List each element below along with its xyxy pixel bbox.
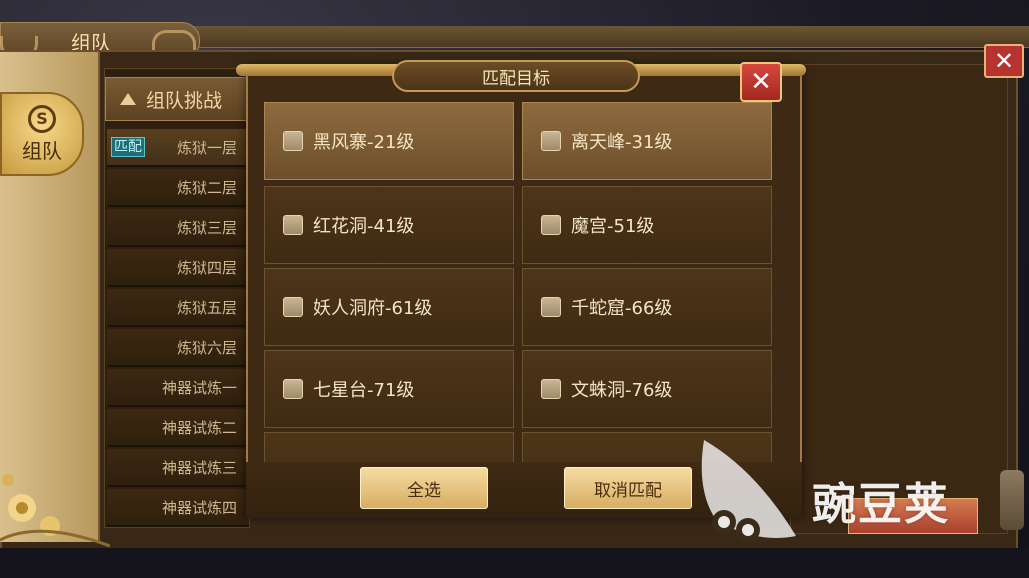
target-grid: 黑风寨-21级 离天峰-31级 红花洞-41级 魔宫-51级 妖人洞府-61级 … (258, 96, 780, 462)
list-item-label: 炼狱二层 (176, 178, 237, 197)
select-all-button[interactable]: 全选 (360, 467, 488, 509)
list-item[interactable]: 炼狱五层 (107, 289, 249, 327)
list-item[interactable]: 炼狱四层 (107, 249, 249, 287)
challenge-list-header[interactable]: 组队挑战 (105, 77, 249, 121)
target-option[interactable]: 七星台-71级 (264, 350, 514, 428)
list-item-label: 炼狱五层 (176, 298, 237, 317)
checkbox[interactable] (283, 131, 303, 151)
target-option-partial[interactable] (264, 432, 514, 462)
list-item[interactable]: 神器试炼一 (107, 369, 249, 407)
list-item-label: 炼狱一层 (176, 138, 237, 157)
target-option[interactable]: 黑风寨-21级 (264, 102, 514, 180)
target-option[interactable]: 妖人洞府-61级 (264, 268, 514, 346)
list-item-label: 炼狱四层 (176, 258, 237, 277)
checkbox[interactable] (283, 297, 303, 317)
checkbox[interactable] (541, 379, 561, 399)
team-tab-label: 组队 (22, 138, 62, 163)
list-item-label: 炼狱六层 (176, 338, 237, 357)
window-close-button[interactable]: ✕ (984, 44, 1024, 78)
target-label: 黑风寨-21级 (313, 132, 415, 153)
checkbox[interactable] (541, 131, 561, 151)
target-option[interactable]: 文蛛洞-76级 (522, 350, 772, 428)
challenge-list: 组队挑战 匹配 炼狱一层 炼狱二层 炼狱三层 炼狱四层 炼狱五层 炼狱六层 神器… (104, 68, 250, 528)
checkbox[interactable] (541, 215, 561, 235)
list-item[interactable]: 神器试炼四 (107, 489, 249, 527)
target-label: 七星台-71级 (313, 380, 415, 401)
target-label: 文蛛洞-76级 (571, 380, 673, 401)
list-item-label: 神器试炼四 (161, 498, 237, 517)
target-label: 红花洞-41级 (313, 216, 415, 237)
match-tag: 匹配 (111, 137, 145, 157)
target-label: 魔宫-51级 (571, 216, 655, 237)
list-item[interactable]: 神器试炼三 (107, 449, 249, 487)
watermark-text: 豌豆荚 (812, 479, 950, 530)
close-icon: ✕ (993, 47, 1015, 75)
lantern-icon (1000, 470, 1024, 530)
list-item[interactable]: 炼狱六层 (107, 329, 249, 367)
team-tab[interactable]: S 组队 (0, 92, 84, 176)
team-emblem-icon: S (28, 104, 56, 133)
checkbox[interactable] (283, 215, 303, 235)
bottom-strip (0, 548, 1029, 578)
right-content-panel (790, 64, 1008, 534)
checkbox[interactable] (283, 379, 303, 399)
target-option[interactable]: 离天峰-31级 (522, 102, 772, 180)
cancel-match-button[interactable]: 取消匹配 (564, 467, 692, 509)
list-item[interactable]: 炼狱二层 (107, 169, 249, 207)
list-item-label: 神器试炼二 (161, 418, 237, 437)
collapse-triangle-icon (120, 93, 136, 105)
target-option[interactable]: 千蛇窟-66级 (522, 268, 772, 346)
checkbox[interactable] (541, 297, 561, 317)
list-item[interactable]: 匹配 炼狱一层 (107, 129, 249, 167)
list-item-label: 神器试炼三 (161, 458, 237, 477)
target-label: 千蛇窟-66级 (571, 298, 673, 319)
list-item-label: 神器试炼一 (161, 378, 237, 397)
pea-pod-logo-icon (701, 440, 796, 542)
list-item-label: 炼狱三层 (176, 218, 237, 237)
target-option[interactable]: 魔宫-51级 (522, 186, 772, 264)
target-label: 离天峰-31级 (571, 132, 673, 153)
target-option[interactable]: 红花洞-41级 (264, 186, 514, 264)
list-item[interactable]: 神器试炼二 (107, 409, 249, 447)
dialog-title: 匹配目标 (392, 60, 640, 92)
challenge-list-title: 组队挑战 (146, 89, 223, 112)
list-item[interactable]: 炼狱三层 (107, 209, 249, 247)
target-label: 妖人洞府-61级 (313, 298, 433, 319)
flower-decoration-icon (0, 474, 110, 548)
close-icon: ✕ (750, 67, 772, 97)
